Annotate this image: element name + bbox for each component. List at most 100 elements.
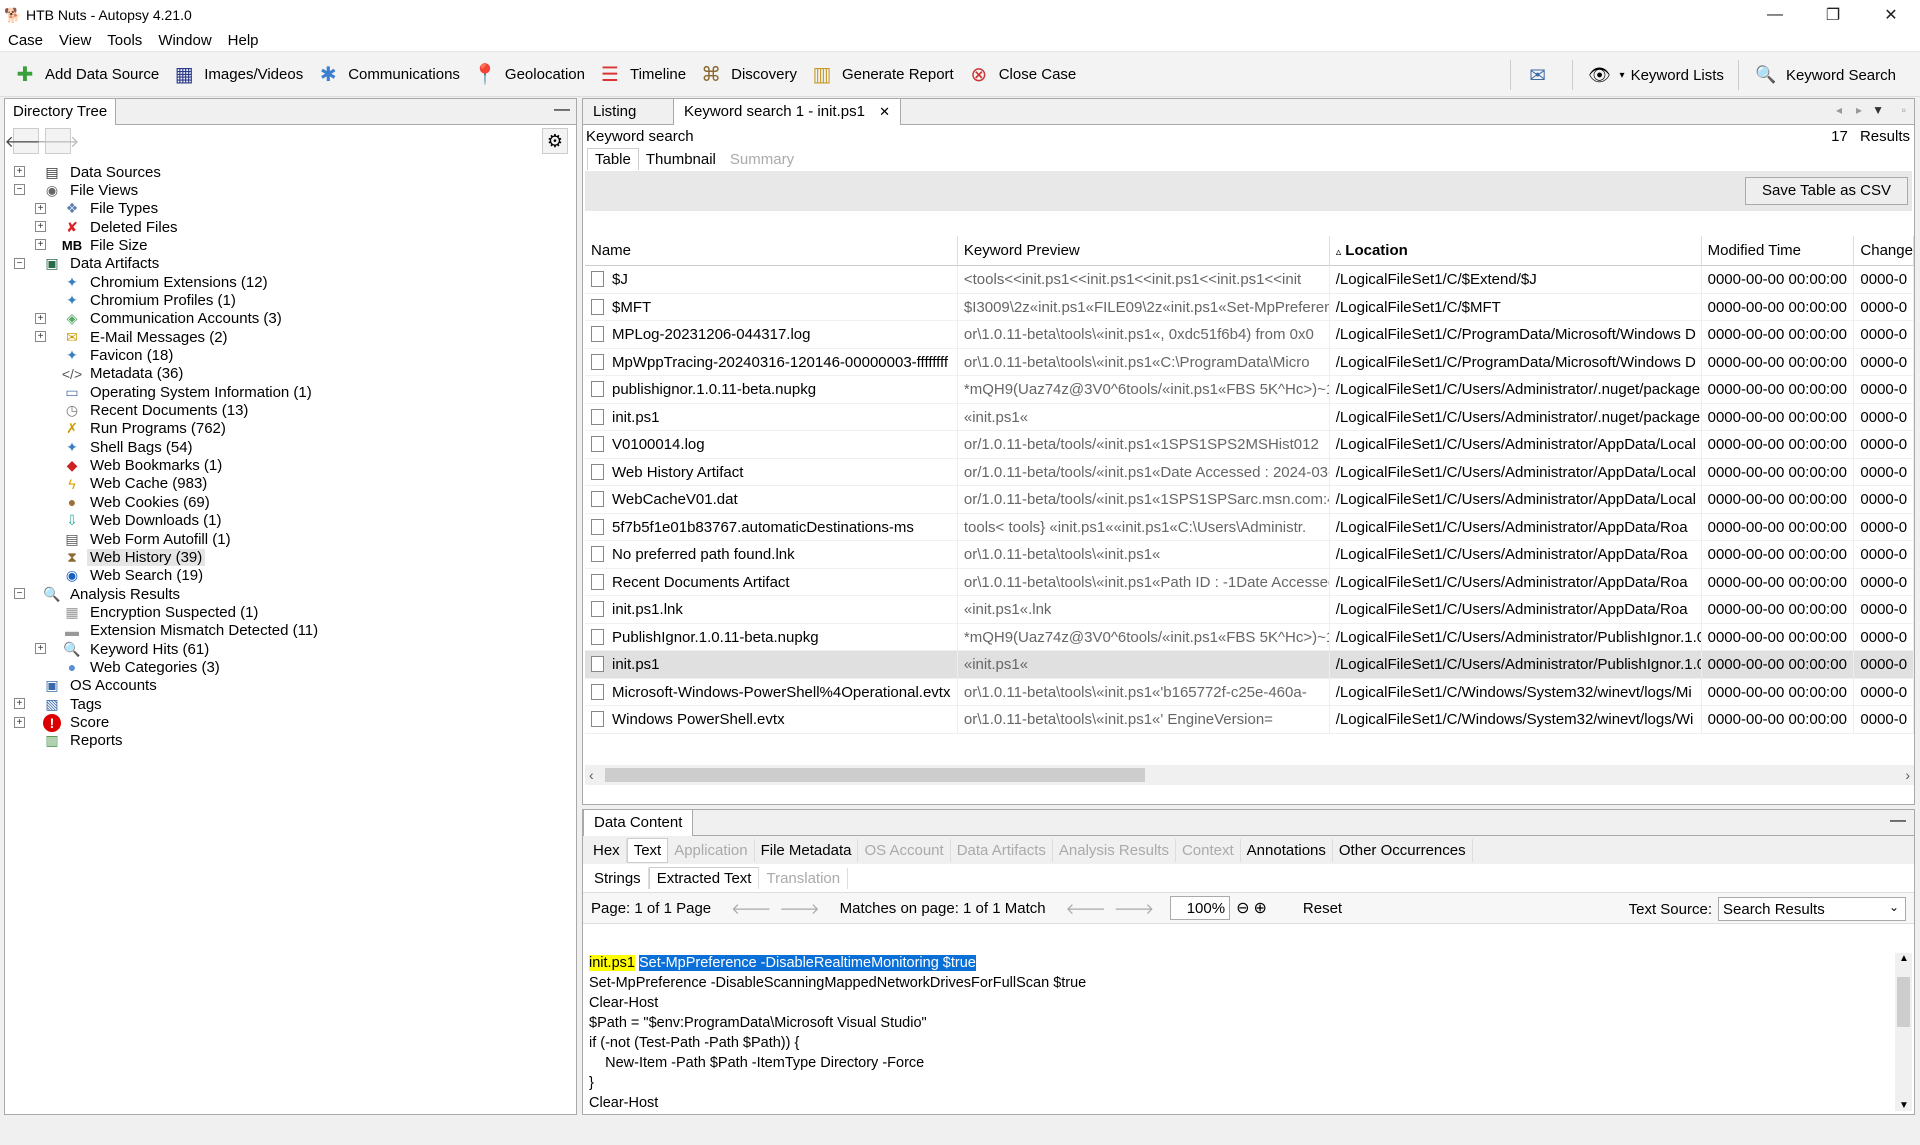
expand-icon[interactable]: + (35, 239, 46, 251)
maximize-panel-icon[interactable]: ▫ (1902, 103, 1906, 117)
maximize-button[interactable]: ❐ (1804, 0, 1862, 30)
expand-icon[interactable]: + (35, 331, 46, 343)
scrollbar-thumb[interactable] (1897, 977, 1910, 1027)
images-videos-button[interactable]: ▦ Images/Videos (171, 58, 303, 92)
scrollbar-thumb[interactable] (605, 768, 1145, 782)
table-row[interactable]: PublishIgnor.1.0.11-beta.nupkg *mQH9(Uaz7… (585, 623, 1914, 651)
reset-button[interactable]: Reset (1303, 900, 1342, 917)
tab-directory-tree[interactable]: Directory Tree (5, 99, 117, 125)
table-row[interactable]: Web History Artifact or/1.0.11-beta/tools… (585, 458, 1914, 486)
menu-window[interactable]: Window (150, 32, 219, 49)
scroll-right-arrow-icon[interactable]: › (1905, 767, 1910, 783)
discovery-button[interactable]: ⌘ Discovery (698, 58, 797, 92)
communications-button[interactable]: ✱ Communications (315, 58, 460, 92)
keyword-lists-button[interactable]: 👁 ▾ Keyword Lists (1587, 58, 1724, 92)
prev-page-icon[interactable]: 🡐 (731, 899, 771, 918)
expand-icon[interactable]: + (14, 698, 25, 710)
expand-icon[interactable]: + (35, 202, 46, 214)
extracted-text-view[interactable]: init.ps1 Set-MpPreference -DisableRealti… (589, 953, 1893, 1111)
expand-icon[interactable]: + (14, 166, 25, 177)
horizontal-scrollbar[interactable]: ‹ › (585, 765, 1914, 785)
add-data-source-button[interactable]: ✚ Add Data Source (12, 58, 160, 92)
scroll-right-icon[interactable]: ▸ (1856, 103, 1862, 117)
scroll-left-icon[interactable]: ◂ (1836, 103, 1842, 117)
tab-os-account[interactable]: OS Account (858, 838, 951, 862)
close-window-button[interactable]: ✕ (1862, 0, 1920, 30)
table-row[interactable]: V0100014.log or/1.0.11-beta/tools/«init.p… (585, 431, 1914, 459)
expand-icon[interactable]: + (35, 312, 46, 324)
tab-list-icon[interactable]: ▼ (1872, 103, 1884, 117)
table-row[interactable]: No preferred path found.lnk or\1.0.11-bet… (585, 541, 1914, 569)
tab-summary[interactable]: Summary (723, 149, 801, 170)
minimize-panel-icon[interactable]: — (1890, 812, 1906, 830)
table-row[interactable]: init.ps1.lnk «init.ps1«.lnk/LogicalFileSe… (585, 596, 1914, 624)
back-arrow-icon[interactable]: 🡐 (5, 128, 47, 154)
collapse-icon[interactable]: − (14, 257, 25, 269)
prev-match-icon[interactable]: 🡐 (1066, 899, 1106, 918)
tab-extracted-text[interactable]: Extracted Text (648, 867, 760, 889)
collapse-icon[interactable]: − (14, 588, 25, 600)
tab-hex[interactable]: Hex (587, 838, 627, 862)
tab-context[interactable]: Context (1176, 838, 1241, 862)
scroll-left-arrow-icon[interactable]: ‹ (589, 767, 594, 783)
tab-application[interactable]: Application (668, 838, 755, 862)
expand-icon[interactable]: + (35, 643, 46, 655)
table-row[interactable]: $MFT $I3009\2z«init.ps1«FILE09\2z«init.ps… (585, 293, 1914, 321)
zoom-out-icon[interactable]: ⊖ (1236, 898, 1249, 918)
tab-table[interactable]: Table (587, 148, 639, 170)
table-row[interactable]: 5f7b5f1e01b83767.automaticDestinations-m… (585, 513, 1914, 541)
expand-icon[interactable]: + (35, 221, 46, 233)
zoom-field[interactable]: 100% (1170, 896, 1231, 920)
tab-file-metadata[interactable]: File Metadata (755, 838, 859, 862)
table-row[interactable]: Windows PowerShell.evtx or\1.0.11-beta\to… (585, 706, 1914, 734)
tab-translation[interactable]: Translation (759, 867, 849, 889)
save-table-csv-button[interactable]: Save Table as CSV (1745, 177, 1908, 205)
vertical-scrollbar[interactable]: ▲ ▼ (1895, 953, 1912, 1111)
tab-text[interactable]: Text (626, 837, 669, 863)
forward-arrow-icon[interactable]: 🡒 (37, 128, 79, 154)
column-keyword-preview[interactable]: Keyword Preview (958, 236, 1330, 266)
menu-view[interactable]: View (51, 32, 99, 49)
table-row[interactable]: MPLog-20231206-044317.log or\1.0.11-beta\… (585, 321, 1914, 349)
envelope-icon[interactable]: ✉ (1525, 62, 1551, 88)
minimize-button[interactable]: — (1746, 0, 1804, 30)
tree-item[interactable]: ▥ Reports (43, 730, 126, 752)
minimize-panel-icon[interactable]: — (554, 101, 570, 119)
table-row[interactable]: publishignor.1.0.11-beta.nupkg *mQH9(Uaz7… (585, 376, 1914, 404)
gear-icon[interactable]: ⚙ (542, 128, 568, 154)
scroll-up-icon[interactable]: ▲ (1899, 953, 1909, 964)
close-tab-icon[interactable]: ✕ (879, 104, 890, 119)
zoom-in-icon[interactable]: ⊕ (1253, 898, 1266, 918)
table-row[interactable]: Recent Documents Artifact or\1.0.11-beta\… (585, 568, 1914, 596)
menu-tools[interactable]: Tools (99, 32, 150, 49)
table-row[interactable]: MpWppTracing-20240316-120146-00000003-ff… (585, 348, 1914, 376)
tab-other-occurrences[interactable]: Other Occurrences (1333, 838, 1473, 862)
table-row[interactable]: Microsoft-Windows-PowerShell%4Operationa… (585, 678, 1914, 706)
keyword-search-button[interactable]: 🔍 Keyword Search (1753, 58, 1896, 92)
expand-icon[interactable]: + (14, 716, 25, 728)
timeline-button[interactable]: ☰ Timeline (597, 58, 686, 92)
text-source-select[interactable]: Search Results ⌄ (1718, 897, 1906, 921)
tab-annotations[interactable]: Annotations (1241, 838, 1333, 862)
close-case-button[interactable]: ⊗ Close Case (966, 58, 1076, 92)
tab-thumbnail[interactable]: Thumbnail (639, 149, 723, 170)
tab-keyword-search[interactable]: Keyword search 1 - init.ps1 ✕ (673, 99, 901, 125)
next-page-icon[interactable]: 🡒 (779, 899, 819, 918)
column-modified-time[interactable]: Modified Time (1702, 236, 1855, 266)
table-row[interactable]: init.ps1 «init.ps1«/LogicalFileSet1/C/Use… (585, 403, 1914, 431)
tab-strings[interactable]: Strings (587, 867, 649, 889)
table-row[interactable]: WebCacheV01.dat or/1.0.11-beta/tools/«ini… (585, 486, 1914, 514)
next-match-icon[interactable]: 🡒 (1114, 899, 1154, 918)
tab-analysis-results[interactable]: Analysis Results (1053, 838, 1176, 862)
tab-listing[interactable]: Listing (583, 99, 646, 125)
menu-help[interactable]: Help (220, 32, 267, 49)
table-row[interactable]: init.ps1 «init.ps1«/LogicalFileSet1/C/Use… (585, 651, 1914, 679)
table-row[interactable]: $J <tools<<init.ps1<<init.ps1<<init.ps1<<… (585, 266, 1914, 294)
geolocation-button[interactable]: 📍 Geolocation (472, 58, 585, 92)
tab-data-artifacts[interactable]: Data Artifacts (951, 838, 1053, 862)
collapse-icon[interactable]: − (14, 184, 25, 196)
scroll-down-icon[interactable]: ▼ (1899, 1100, 1909, 1111)
column-change-time[interactable]: Change (1854, 236, 1914, 266)
column-name[interactable]: Name (585, 236, 958, 266)
generate-report-button[interactable]: ▥ Generate Report (809, 58, 954, 92)
